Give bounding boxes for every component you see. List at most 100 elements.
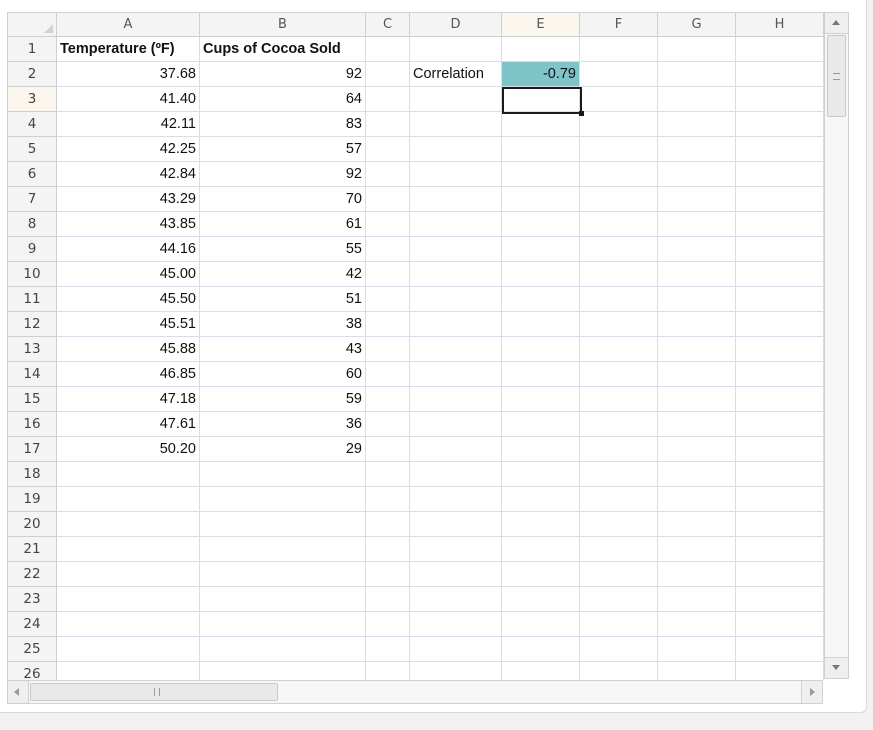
cell-h20[interactable] [736,512,824,537]
cell-e2[interactable]: -0.79 [502,62,580,87]
cell-b20[interactable] [200,512,366,537]
cell-d8[interactable] [410,212,502,237]
row-header-8[interactable]: 8 [8,212,57,237]
cell-f17[interactable] [580,437,658,462]
cell-d4[interactable] [410,112,502,137]
cell-a18[interactable] [57,462,200,487]
cell-f16[interactable] [580,412,658,437]
cell-d6[interactable] [410,162,502,187]
cell-a23[interactable] [57,587,200,612]
cell-h12[interactable] [736,312,824,337]
cell-b13[interactable]: 43 [200,337,366,362]
cell-d16[interactable] [410,412,502,437]
cell-g11[interactable] [658,287,736,312]
cell-e16[interactable] [502,412,580,437]
cell-g18[interactable] [658,462,736,487]
cell-a1[interactable]: Temperature (ºF) [57,37,200,62]
cell-c19[interactable] [366,487,410,512]
cell-f25[interactable] [580,637,658,662]
cell-e21[interactable] [502,537,580,562]
cell-c1[interactable] [366,37,410,62]
cell-g20[interactable] [658,512,736,537]
cell-g19[interactable] [658,487,736,512]
cell-d5[interactable] [410,137,502,162]
cell-a3[interactable]: 41.40 [57,87,200,112]
horizontal-scrollbar[interactable] [7,680,823,704]
cell-e8[interactable] [502,212,580,237]
row-header-6[interactable]: 6 [8,162,57,187]
row-header-18[interactable]: 18 [8,462,57,487]
cell-c26[interactable] [366,662,410,680]
cell-h26[interactable] [736,662,824,680]
row-header-3[interactable]: 3 [8,87,57,112]
cell-g17[interactable] [658,437,736,462]
cell-f7[interactable] [580,187,658,212]
cell-a11[interactable]: 45.50 [57,287,200,312]
cell-a6[interactable]: 42.84 [57,162,200,187]
cell-b9[interactable]: 55 [200,237,366,262]
cell-d21[interactable] [410,537,502,562]
cell-a17[interactable]: 50.20 [57,437,200,462]
cell-b11[interactable]: 51 [200,287,366,312]
cell-c3[interactable] [366,87,410,112]
cell-c9[interactable] [366,237,410,262]
cell-d10[interactable] [410,262,502,287]
cell-f4[interactable] [580,112,658,137]
cell-g4[interactable] [658,112,736,137]
cell-b3[interactable]: 64 [200,87,366,112]
cell-f1[interactable] [580,37,658,62]
cell-e9[interactable] [502,237,580,262]
cell-d2[interactable]: Correlation [410,62,502,87]
cell-f19[interactable] [580,487,658,512]
cell-e23[interactable] [502,587,580,612]
cell-a15[interactable]: 47.18 [57,387,200,412]
column-header-b[interactable]: B [200,13,366,37]
cell-h22[interactable] [736,562,824,587]
scroll-up-button[interactable] [825,13,848,34]
cell-h5[interactable] [736,137,824,162]
cell-g1[interactable] [658,37,736,62]
cell-g15[interactable] [658,387,736,412]
cell-d13[interactable] [410,337,502,362]
cell-a16[interactable]: 47.61 [57,412,200,437]
cell-f10[interactable] [580,262,658,287]
cell-d3[interactable] [410,87,502,112]
cell-h13[interactable] [736,337,824,362]
cell-f12[interactable] [580,312,658,337]
column-header-h[interactable]: H [736,13,824,37]
cell-h4[interactable] [736,112,824,137]
cell-a9[interactable]: 44.16 [57,237,200,262]
cell-h9[interactable] [736,237,824,262]
cell-c6[interactable] [366,162,410,187]
spreadsheet-grid[interactable]: A B C D E F G H 1 Temperature (ºF) Cups of Cocoa S… [7,12,824,680]
cell-b15[interactable]: 59 [200,387,366,412]
cell-h6[interactable] [736,162,824,187]
scroll-down-button[interactable] [825,657,848,678]
cell-b16[interactable]: 36 [200,412,366,437]
column-header-a[interactable]: A [57,13,200,37]
row-header-15[interactable]: 15 [8,387,57,412]
cell-f15[interactable] [580,387,658,412]
cell-b24[interactable] [200,612,366,637]
cell-d24[interactable] [410,612,502,637]
cell-a24[interactable] [57,612,200,637]
cell-e17[interactable] [502,437,580,462]
cell-b23[interactable] [200,587,366,612]
cell-d11[interactable] [410,287,502,312]
row-header-14[interactable]: 14 [8,362,57,387]
cell-h21[interactable] [736,537,824,562]
cell-d19[interactable] [410,487,502,512]
cell-a13[interactable]: 45.88 [57,337,200,362]
cell-g22[interactable] [658,562,736,587]
row-header-7[interactable]: 7 [8,187,57,212]
cell-d17[interactable] [410,437,502,462]
cell-c2[interactable] [366,62,410,87]
cell-g5[interactable] [658,137,736,162]
cell-e18[interactable] [502,462,580,487]
cell-b10[interactable]: 42 [200,262,366,287]
cell-b22[interactable] [200,562,366,587]
cell-b18[interactable] [200,462,366,487]
cell-c11[interactable] [366,287,410,312]
cell-g23[interactable] [658,587,736,612]
cell-h19[interactable] [736,487,824,512]
